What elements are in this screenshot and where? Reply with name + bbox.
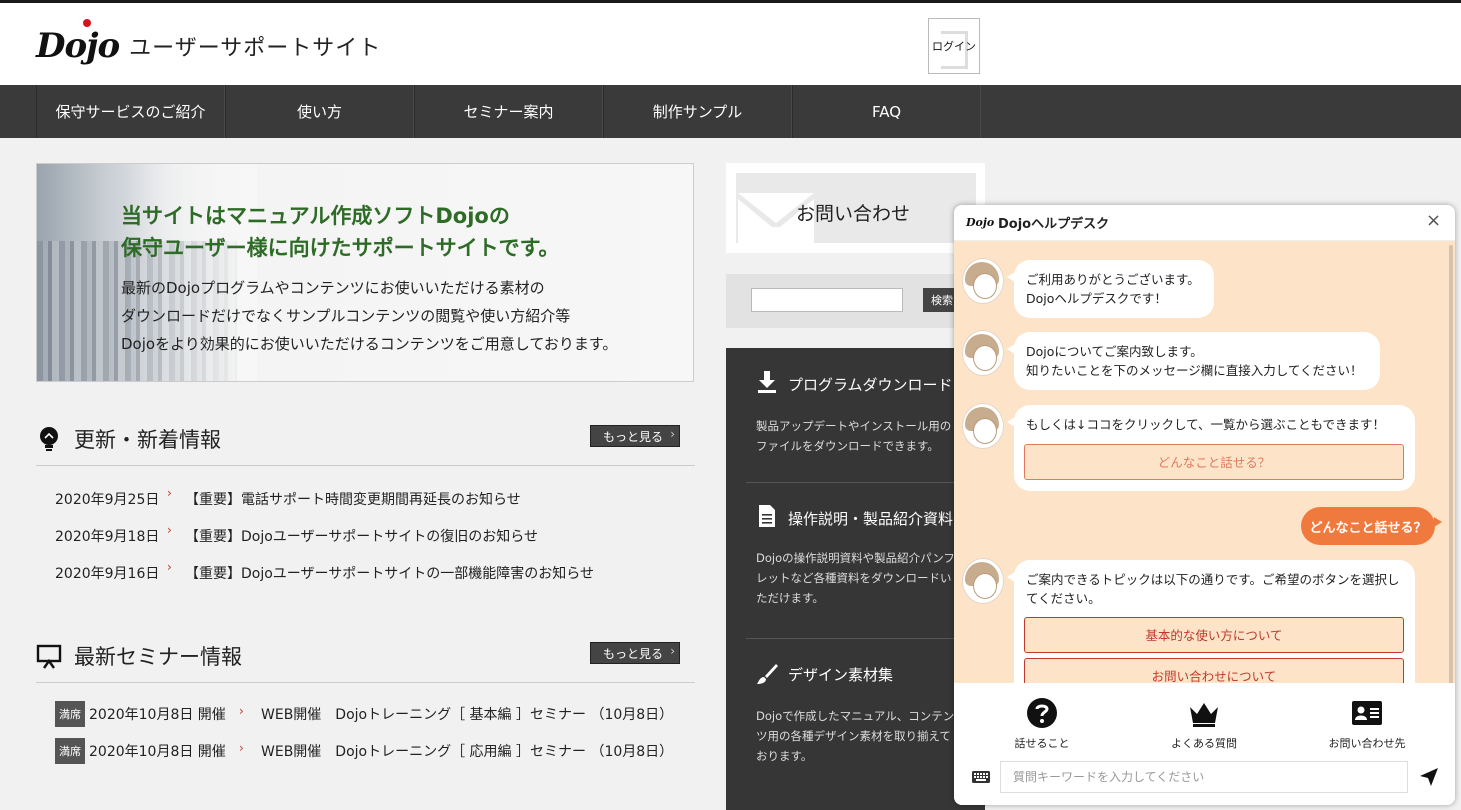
seminar-text[interactable]: WEB開催 Dojoトレーニング［ 基本編 ］セミナー （10月8日） bbox=[261, 704, 673, 724]
link-desc: Dojoの操作説明資料や製品紹介パンフレットなど各種資料をダウンロードいただけま… bbox=[756, 551, 955, 605]
news-date: 2020年9月16日 bbox=[55, 566, 160, 582]
bot-message: Dojoについてご案内致します。 知りたいことを下のメッセージ欄に直接入力してく… bbox=[1007, 332, 1380, 390]
bot-message: ご利用ありがとうございます。 Dojoヘルプデスクです！ bbox=[1007, 260, 1214, 318]
seminar-date: 2020年10月8日 開催 bbox=[89, 707, 226, 723]
news-item[interactable]: 2020年9月25日 › 【重要】電話サポート時間変更期間再延長のお知らせ bbox=[55, 486, 521, 509]
divider bbox=[36, 465, 695, 466]
site-logo[interactable]: Dojo ユーザーサポートサイト bbox=[36, 19, 382, 69]
send-icon[interactable] bbox=[1419, 767, 1439, 787]
seminar-date: 2020年10月8日 開催 bbox=[89, 744, 226, 760]
brush-icon bbox=[757, 664, 778, 684]
site-search: 検索 bbox=[726, 274, 985, 328]
full-badge: 満席 bbox=[55, 738, 85, 764]
news-item[interactable]: 2020年9月18日 › 【重要】Dojoユーザーサポートサイトの復旧のお知らせ bbox=[55, 523, 538, 546]
chat-input[interactable]: 質問キーワードを入力してください bbox=[1000, 761, 1408, 793]
bot-message: ご案内できるトピックは以下の通りです。ご希望のボタンを選択してください。 基本的… bbox=[1007, 560, 1415, 700]
link-title: 操作説明・製品紹介資料 bbox=[788, 510, 954, 528]
seminar-more-button[interactable]: もっと見る bbox=[590, 642, 680, 664]
download-icon bbox=[758, 371, 776, 393]
keyboard-icon[interactable] bbox=[972, 771, 990, 783]
banner-headline: 当サイトはマニュアル作成ソフトDojoの 保守ユーザー様に向けたサポートサイトで… bbox=[121, 204, 560, 260]
bot-avatar bbox=[962, 330, 1004, 376]
seminar-item[interactable]: 満席 2020年10月8日 開催 › WEB開催 Dojoトレーニング［ 基本編… bbox=[55, 701, 673, 727]
resource-links: プログラムダウンロード 製品アップデートやインストール用のファイルをダウンロード… bbox=[726, 348, 985, 810]
hero-banner: 当サイトはマニュアル作成ソフトDojoの 保守ユーザー様に向けたサポートサイトで… bbox=[36, 163, 694, 382]
link-desc: 製品アップデートやインストール用のファイルをダウンロードできます。 bbox=[756, 419, 952, 453]
seminar-section-title: 最新セミナー情報 bbox=[36, 641, 242, 671]
presentation-board-icon bbox=[36, 644, 62, 669]
chat-header: Dojo Dojoヘルプデスク × bbox=[954, 205, 1455, 241]
helpdesk-chat-widget: Dojo Dojoヘルプデスク × ご利用ありがとうございます。 Dojoヘルプ… bbox=[954, 205, 1455, 805]
site-title: ユーザーサポートサイト bbox=[129, 36, 382, 61]
login-button[interactable]: ログイン bbox=[928, 18, 980, 74]
divider bbox=[36, 682, 695, 683]
chat-logo: Dojo bbox=[966, 216, 995, 229]
seminar-text[interactable]: WEB開催 Dojoトレーニング［ 応用編 ］セミナー （10月8日） bbox=[261, 741, 673, 761]
nav-item-maintenance[interactable]: 保守サービスのご紹介 bbox=[36, 85, 225, 138]
full-badge: 満席 bbox=[55, 701, 85, 727]
news-text[interactable]: 【重要】電話サポート時間変更期間再延長のお知らせ bbox=[185, 489, 521, 509]
nav-item-faq[interactable]: FAQ bbox=[792, 85, 981, 138]
logo-dot bbox=[83, 19, 91, 27]
bot-avatar bbox=[962, 558, 1004, 604]
choice-basic-usage[interactable]: 基本的な使い方について bbox=[1024, 617, 1404, 653]
chat-title: Dojoヘルプデスク bbox=[998, 217, 1110, 232]
news-section-title: 更新・新着情報 bbox=[36, 424, 221, 454]
news-item[interactable]: 2020年9月16日 › 【重要】Dojoユーザーサポートサイトの一部機能障害の… bbox=[55, 560, 594, 583]
contact-card[interactable]: お問い合わせ bbox=[726, 163, 985, 253]
contact-card-icon bbox=[1352, 701, 1382, 725]
banner-body: 最新のDojoプログラムやコンテンツにお使いいただける素材の ダウンロードだけで… bbox=[121, 279, 618, 353]
chat-scrollbar[interactable] bbox=[1449, 245, 1453, 685]
footer-topics-button[interactable]: 話せること bbox=[992, 697, 1092, 751]
lightbulb-icon bbox=[40, 427, 58, 451]
crown-icon bbox=[1190, 703, 1218, 727]
footer-faq-button[interactable]: よくある質問 bbox=[1154, 697, 1254, 751]
bot-message: もしくは↓ココをクリックして、一覧から選ぶこともできます！ どんなこと話せる？ bbox=[1007, 405, 1415, 491]
contact-label: お問い合わせ bbox=[796, 203, 911, 225]
news-date: 2020年9月18日 bbox=[55, 529, 160, 545]
nav-item-seminar[interactable]: セミナー案内 bbox=[414, 85, 603, 138]
link-title: デザイン素材集 bbox=[788, 666, 894, 684]
news-more-button[interactable]: もっと見る bbox=[590, 425, 680, 447]
nav-item-samples[interactable]: 制作サンプル bbox=[603, 85, 792, 138]
bot-avatar bbox=[962, 403, 1004, 449]
chevron-right-icon: › bbox=[239, 741, 244, 755]
news-text[interactable]: 【重要】Dojoユーザーサポートサイトの復旧のお知らせ bbox=[185, 526, 538, 546]
choice-what-can-you-talk[interactable]: どんなこと話せる？ bbox=[1024, 444, 1404, 480]
footer-contact-button[interactable]: お問い合わせ先 bbox=[1317, 697, 1417, 751]
global-nav: 保守サービスのご紹介 使い方 セミナー案内 制作サンプル FAQ bbox=[0, 85, 1461, 138]
chevron-right-icon: › bbox=[239, 704, 244, 718]
chevron-right-icon: › bbox=[167, 486, 172, 500]
news-text[interactable]: 【重要】Dojoユーザーサポートサイトの一部機能障害のお知らせ bbox=[185, 563, 594, 583]
user-message: どんなこと話せる？ bbox=[1301, 507, 1442, 545]
close-icon[interactable]: × bbox=[1426, 210, 1441, 231]
login-label: ログイン bbox=[932, 40, 976, 53]
link-title: プログラムダウンロード bbox=[788, 376, 953, 394]
site-header: Dojo ユーザーサポートサイト ログイン bbox=[0, 3, 1461, 85]
news-date: 2020年9月25日 bbox=[55, 492, 160, 508]
logo-mark: Dojo bbox=[36, 26, 120, 66]
chat-footer: 話せること よくある質問 お問い合わせ先 質問キーワードを入力してください bbox=[954, 683, 1455, 805]
bot-avatar bbox=[962, 258, 1004, 304]
link-desc: Dojoで作成したマニュアル、コンテンツ用の各種デザイン素材を取り揃えております… bbox=[756, 709, 955, 763]
seminar-item[interactable]: 満席 2020年10月8日 開催 › WEB開催 Dojoトレーニング［ 応用編… bbox=[55, 738, 673, 764]
question-icon bbox=[1027, 698, 1057, 728]
document-icon bbox=[759, 505, 775, 527]
nav-item-usage[interactable]: 使い方 bbox=[225, 85, 414, 138]
search-input[interactable] bbox=[751, 288, 903, 312]
chevron-right-icon: › bbox=[167, 560, 172, 574]
chevron-right-icon: › bbox=[167, 523, 172, 537]
